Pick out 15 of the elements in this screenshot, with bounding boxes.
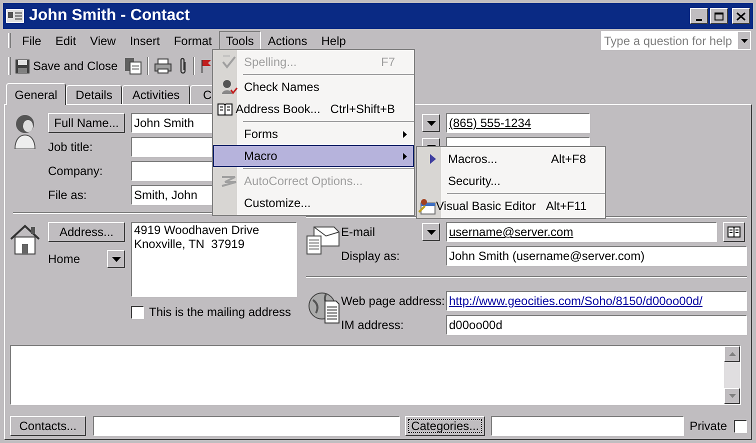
field-label: E-mail [341,224,376,241]
shortcut-label: Ctrl+Shift+B [329,101,395,118]
window-title: John Smith - Contact [29,6,190,26]
field-label: Web page address: [341,293,445,310]
shortcut-label: Alt+F11 [544,198,587,215]
field-label: Job title: [48,139,93,156]
field-label: Private [690,418,727,435]
field-label: This is the mailing address [149,304,292,321]
field-label: Display as: [341,248,400,265]
field-label: Company: [48,163,103,180]
field-label: File as: [48,187,87,204]
field-label: IM address: [341,317,404,334]
field-label: Home [48,251,80,268]
shortcut-label: F7 [380,54,395,71]
shortcut-label: Alt+F8 [550,151,586,168]
